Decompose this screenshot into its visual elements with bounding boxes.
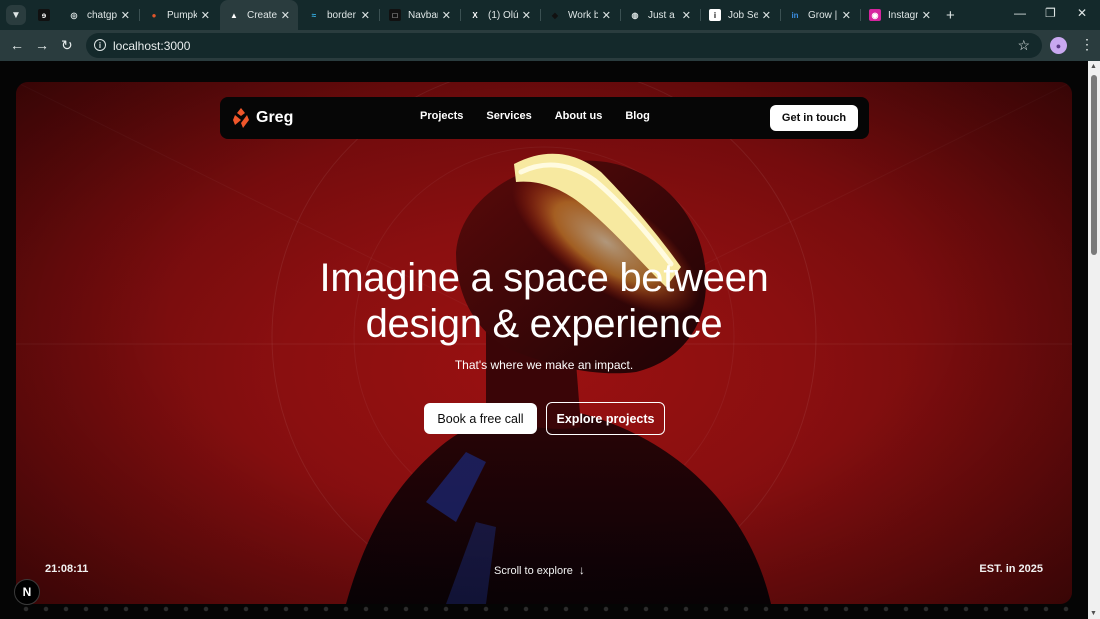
browser-toolbar: ← → ↻ i localhost:3000 ☆ ● ⋮ [0, 30, 1100, 61]
browser-tab[interactable]: in Grow | ✕ [781, 0, 859, 30]
globe-icon: ◍ [631, 10, 639, 20]
book-call-button[interactable]: Book a free call [424, 403, 537, 434]
nav-link-about[interactable]: About us [555, 110, 603, 122]
site-navbar: Greg Projects Services About us Blog Get… [220, 97, 869, 139]
browser-tab[interactable]: ▲ Create ✕ [220, 0, 298, 30]
address-bar[interactable]: i localhost:3000 ☆ [86, 33, 1042, 58]
tab-title: chatgpt [87, 9, 117, 21]
nav-link-blog[interactable]: Blog [625, 110, 649, 122]
tab-strip: ▼ ɘ ◎ chatgpt ✕ ● Pumpkin ✕ ▲ Create ✕ ≈ border ✕ □ Na… [0, 0, 1100, 30]
profile-avatar[interactable]: ● [1050, 37, 1067, 54]
browser-tab[interactable]: ɘ [30, 0, 54, 30]
chevron-down-icon: ▼ [11, 9, 21, 21]
hero-headline: Imagine a space between design & experie… [16, 255, 1072, 347]
scroll-up-icon[interactable]: ▲ [1090, 63, 1097, 70]
browser-tab[interactable]: ◉ Instagr ✕ [861, 0, 939, 30]
tab-close-icon[interactable]: ✕ [121, 9, 130, 22]
notion-icon: ɘ [38, 9, 50, 21]
hero-section: Greg Projects Services About us Blog Get… [16, 82, 1072, 604]
linkedin-icon: in [791, 10, 799, 20]
scroll-thumb[interactable] [1091, 75, 1097, 255]
tab-close-icon[interactable]: ✕ [602, 9, 611, 22]
tab-title: Work b [568, 9, 598, 21]
minimize-button[interactable]: — [1014, 6, 1026, 20]
site-info-icon[interactable]: i [94, 39, 106, 51]
scroll-hint[interactable]: Scroll to explore ↓ [494, 563, 585, 577]
tab-close-icon[interactable]: ✕ [522, 9, 531, 22]
tab-close-icon[interactable]: ✕ [442, 9, 451, 22]
brand-logo-icon [233, 108, 249, 128]
hero-headline-line-1: Imagine a space between [319, 256, 769, 300]
info-icon: i [709, 9, 721, 21]
browser-tab[interactable]: ◎ chatgpt ✕ [60, 0, 138, 30]
hero-subline: That's where we make an impact. [454, 358, 634, 372]
address-url[interactable]: localhost:3000 [113, 39, 190, 53]
tab-close-icon[interactable]: ✕ [201, 9, 210, 22]
brand-logo-link[interactable]: Greg [232, 107, 293, 129]
tab-search-button[interactable]: ▼ [6, 5, 26, 25]
instagram-icon: ◉ [869, 9, 881, 21]
browser-tab[interactable]: ● Pumpkin ✕ [140, 0, 218, 30]
hero-headline-line-2: design & experience [365, 302, 723, 346]
forward-button[interactable]: → [35, 37, 49, 53]
tab-title: Job Sea [728, 9, 758, 21]
tab-title: Grow | [808, 9, 838, 21]
tab-title: Pumpkin [167, 9, 197, 21]
tab-title: Create [247, 9, 277, 21]
back-button[interactable]: ← [10, 37, 24, 53]
tab-title: Navbar [408, 9, 438, 21]
established-label: EST. in 2025 [979, 563, 1043, 575]
dot-divider [16, 606, 1072, 612]
frame-icon: □ [389, 9, 401, 21]
pumpkin-icon: ● [151, 10, 157, 20]
browser-tab[interactable]: ◍ Just a m ✕ [621, 0, 699, 30]
tab-close-icon[interactable]: ✕ [842, 9, 851, 22]
new-tab-button[interactable]: + [946, 7, 955, 24]
explore-projects-button[interactable]: Explore projects [546, 402, 665, 435]
nav-link-services[interactable]: Services [486, 110, 531, 122]
browser-tab[interactable]: X (1) Olúw ✕ [461, 0, 539, 30]
brand-name: Greg [256, 109, 294, 126]
scroll-hint-label: Scroll to explore [494, 565, 573, 577]
browser-tab[interactable]: i Job Sea ✕ [701, 0, 779, 30]
vercel-icon: ▲ [230, 10, 238, 20]
x-icon: X [472, 10, 478, 20]
tab-title: border [327, 9, 356, 21]
local-time: 21:08:11 [45, 563, 89, 575]
restore-button[interactable]: ❐ [1045, 6, 1056, 20]
tab-close-icon[interactable]: ✕ [281, 9, 290, 22]
tab-close-icon[interactable]: ✕ [361, 9, 370, 22]
tab-close-icon[interactable]: ✕ [762, 9, 771, 22]
tab-title: Instagr [888, 9, 918, 21]
tab-separator [379, 9, 380, 21]
nav-link-projects[interactable]: Projects [420, 110, 463, 122]
chatgpt-icon: ◎ [70, 10, 78, 20]
tab-close-icon[interactable]: ✕ [922, 9, 931, 22]
tab-title: Just a m [648, 9, 678, 21]
scroll-down-icon[interactable]: ▼ [1090, 610, 1097, 617]
nextjs-dev-badge[interactable]: N [14, 579, 40, 605]
tailwind-icon: ≈ [311, 10, 317, 20]
tab-close-icon[interactable]: ✕ [682, 9, 691, 22]
browser-menu-icon[interactable]: ⋮ [1080, 36, 1094, 53]
diamond-icon: ◆ [551, 10, 559, 20]
nav-links: Projects Services About us Blog [420, 110, 673, 122]
tab-title: (1) Olúw [488, 9, 518, 21]
page-viewport: Greg Projects Services About us Blog Get… [0, 61, 1088, 619]
browser-tab[interactable]: ◆ Work b ✕ [541, 0, 619, 30]
close-window-button[interactable]: ✕ [1077, 6, 1087, 20]
get-in-touch-button[interactable]: Get in touch [770, 105, 858, 131]
arrow-down-icon: ↓ [578, 563, 585, 577]
page-scrollbar[interactable]: ▲ ▼ [1088, 61, 1100, 619]
reload-button[interactable]: ↻ [61, 37, 73, 54]
bookmark-star-icon[interactable]: ☆ [1017, 37, 1030, 54]
browser-tab[interactable]: ≈ border ✕ [300, 0, 378, 30]
browser-tab[interactable]: □ Navbar ✕ [381, 0, 459, 30]
